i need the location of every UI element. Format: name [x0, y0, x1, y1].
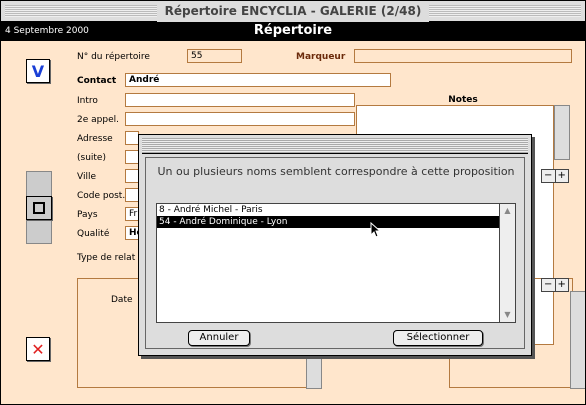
numero-field[interactable]: 55	[187, 49, 242, 63]
contact-label: Contact	[77, 76, 117, 86]
numero-label: N° du répertoire	[77, 52, 150, 62]
plus-icon[interactable]: +	[556, 279, 569, 291]
cancel-button[interactable]: Annuler	[188, 330, 250, 346]
plus-minus-1[interactable]: − +	[541, 169, 569, 183]
title-bar[interactable]: Répertoire ENCYCLIA - GALERIE (2/48)	[1, 1, 585, 22]
header-bar: 4 Septembre 2000 Répertoire	[1, 22, 585, 41]
listbox-rows: 8 - André Michel - Paris 54 - André Domin…	[157, 204, 499, 322]
minus-icon[interactable]: −	[542, 170, 556, 182]
window-title: Répertoire ENCYCLIA - GALERIE (2/48)	[156, 1, 430, 22]
pays-label: Pays	[77, 210, 98, 220]
scroll-up-icon[interactable]: ▲	[500, 204, 515, 218]
intro-field[interactable]	[125, 93, 355, 107]
right-scrollbar[interactable]	[570, 291, 585, 389]
match-dialog: Un ou plusieurs noms semblent correspond…	[138, 134, 532, 356]
list-item[interactable]: 8 - André Michel - Paris	[157, 204, 499, 216]
repertoire-window: Répertoire ENCYCLIA - GALERIE (2/48) 4 S…	[0, 0, 586, 405]
record-button[interactable]	[26, 196, 52, 220]
contact-field[interactable]: André	[125, 73, 391, 87]
adresse-field[interactable]	[125, 131, 139, 145]
ville-label: Ville	[77, 172, 96, 182]
suite-field[interactable]	[125, 150, 139, 164]
marqueur-field[interactable]	[354, 49, 572, 63]
ville-field[interactable]	[125, 169, 139, 183]
square-icon	[33, 202, 45, 214]
listbox-scrollbar[interactable]: ▲ ▼	[499, 204, 515, 322]
scroll-down-icon[interactable]: ▼	[500, 308, 515, 322]
qualite-field[interactable]: Ho	[125, 226, 139, 240]
check-v-icon: V	[31, 61, 45, 81]
delete-x-icon: ✕	[31, 339, 45, 359]
notes-scrollbar[interactable]	[554, 105, 570, 160]
pays-field[interactable]: Fr	[125, 207, 139, 221]
list-item[interactable]: 54 - André Dominique - Lyon	[157, 216, 499, 228]
mouse-pointer-icon	[370, 222, 382, 238]
dialog-body: Un ou plusieurs noms semblent correspond…	[145, 157, 525, 349]
notes-label: Notes	[448, 95, 478, 105]
adresse-label: Adresse	[77, 134, 113, 144]
appel-field[interactable]	[125, 112, 355, 126]
date-column-header: Date	[111, 295, 133, 305]
matches-listbox[interactable]: 8 - André Michel - Paris 54 - André Domin…	[156, 203, 516, 323]
suite-label: (suite)	[77, 153, 106, 163]
plus-minus-2[interactable]: − +	[541, 278, 569, 292]
code-label: Code post.	[77, 191, 126, 201]
select-button[interactable]: Sélectionner	[393, 330, 483, 346]
type-relation-label: Type de relat	[77, 253, 136, 263]
dialog-title-bar[interactable]	[142, 138, 528, 154]
delete-button[interactable]: ✕	[26, 337, 50, 361]
code-field[interactable]	[125, 188, 139, 202]
plus-icon[interactable]: +	[556, 170, 569, 182]
appel-label: 2e appel.	[77, 115, 119, 125]
intro-label: Intro	[77, 96, 98, 106]
section-title: Répertoire	[253, 23, 333, 38]
validate-button[interactable]: V	[26, 59, 50, 83]
dialog-message: Un ou plusieurs noms semblent correspond…	[157, 165, 515, 178]
marqueur-label: Marqueur	[296, 52, 346, 62]
minus-icon[interactable]: −	[542, 279, 556, 291]
qualite-label: Qualité	[77, 229, 110, 239]
